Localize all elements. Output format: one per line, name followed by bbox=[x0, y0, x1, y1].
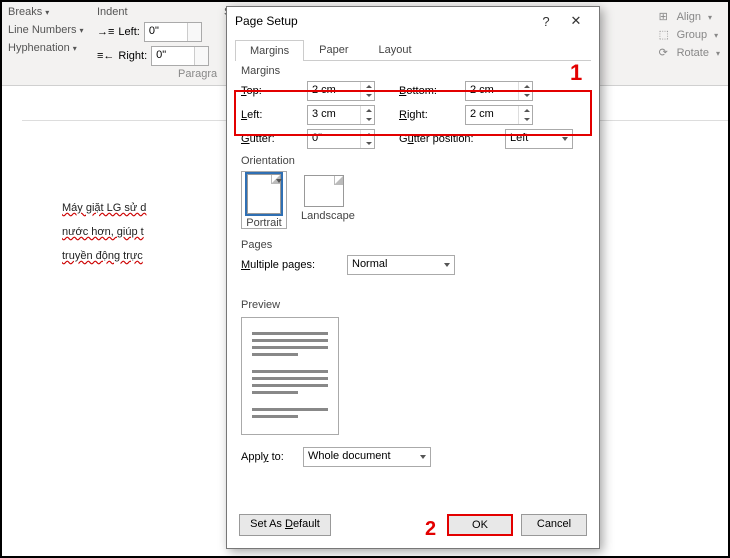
right-input[interactable]: 2 cm bbox=[465, 105, 533, 125]
annotation-number-2: 2 bbox=[425, 518, 436, 541]
doc-text: Máy giặt LG sử d bbox=[62, 202, 146, 214]
multiple-pages-select[interactable]: Normal bbox=[347, 255, 455, 275]
apply-to-select[interactable]: Whole document bbox=[303, 447, 431, 467]
breaks-menu[interactable]: Breaks▾ bbox=[8, 6, 49, 18]
page-setup-dialog: Page Setup ? ✕ Margins Paper Layout Marg… bbox=[226, 6, 600, 549]
paragraph-group-label: Paragra bbox=[178, 68, 217, 80]
gutter-position-label: Gutter position: bbox=[399, 133, 499, 145]
align-icon: ⊞ bbox=[659, 10, 673, 24]
gutter-input[interactable]: 0" bbox=[307, 129, 375, 149]
indent-right-input[interactable]: 0" bbox=[151, 46, 209, 66]
tab-paper[interactable]: Paper bbox=[304, 39, 363, 60]
arrange-group: ⊞Align▾ ⬚Group▾ ⟳Rotate▾ bbox=[659, 8, 720, 62]
tab-margins[interactable]: Margins bbox=[235, 40, 304, 61]
rotate-icon: ⟳ bbox=[659, 46, 673, 60]
top-label: Top: bbox=[241, 85, 301, 97]
left-input[interactable]: 3 cm bbox=[307, 105, 375, 125]
indent-left-input[interactable]: 0" bbox=[144, 22, 202, 42]
indent-right-label: Right: bbox=[118, 50, 147, 62]
gutter-position-select[interactable]: Left bbox=[505, 129, 573, 149]
set-as-default-button[interactable]: Set As Default bbox=[239, 514, 331, 536]
indent-left-label: Left: bbox=[118, 26, 139, 38]
line-numbers-menu[interactable]: Line Numbers▾ bbox=[8, 24, 84, 36]
orientation-landscape[interactable]: Landscape bbox=[301, 171, 347, 229]
gutter-label: Gutter: bbox=[241, 133, 301, 145]
annotation-number-1: 1 bbox=[570, 60, 582, 86]
indent-left-icon: →≡ bbox=[97, 26, 114, 38]
hyphenation-menu[interactable]: Hyphenation▾ bbox=[8, 42, 77, 54]
tab-layout[interactable]: Layout bbox=[363, 39, 426, 60]
doc-text: truyền động trực bbox=[62, 250, 143, 262]
close-button[interactable]: ✕ bbox=[561, 13, 591, 29]
group-icon: ⬚ bbox=[659, 28, 673, 42]
doc-text: nước hơn, giúp t bbox=[62, 226, 144, 238]
landscape-icon bbox=[304, 175, 344, 207]
pages-section-label: Pages bbox=[227, 235, 599, 253]
orientation-portrait[interactable]: Portrait bbox=[241, 171, 287, 229]
indent-right-icon: ≡← bbox=[97, 50, 114, 62]
bottom-input[interactable]: 2 cm bbox=[465, 81, 533, 101]
preview-section-label: Preview bbox=[227, 295, 599, 313]
orientation-section-label: Orientation bbox=[227, 151, 599, 169]
ok-button[interactable]: OK bbox=[447, 514, 513, 536]
margins-section-label: Margins bbox=[227, 61, 599, 79]
portrait-icon bbox=[247, 174, 281, 214]
bottom-label: Bottom: bbox=[399, 85, 459, 97]
rotate-menu: ⟳Rotate▾ bbox=[659, 44, 720, 62]
help-button[interactable]: ? bbox=[531, 14, 561, 29]
align-menu[interactable]: ⊞Align▾ bbox=[659, 8, 720, 26]
apply-to-label: Apply to: bbox=[241, 451, 297, 463]
dialog-title: Page Setup bbox=[235, 14, 531, 28]
indent-label: Indent bbox=[97, 6, 209, 18]
preview-pane bbox=[241, 317, 339, 435]
left-label: Left: bbox=[241, 109, 301, 121]
dialog-titlebar: Page Setup ? ✕ bbox=[227, 7, 599, 35]
multiple-pages-label: Multiple pages: bbox=[241, 259, 341, 271]
top-input[interactable]: 2 cm bbox=[307, 81, 375, 101]
group-menu: ⬚Group▾ bbox=[659, 26, 720, 44]
right-label: Right: bbox=[399, 109, 459, 121]
cancel-button[interactable]: Cancel bbox=[521, 514, 587, 536]
